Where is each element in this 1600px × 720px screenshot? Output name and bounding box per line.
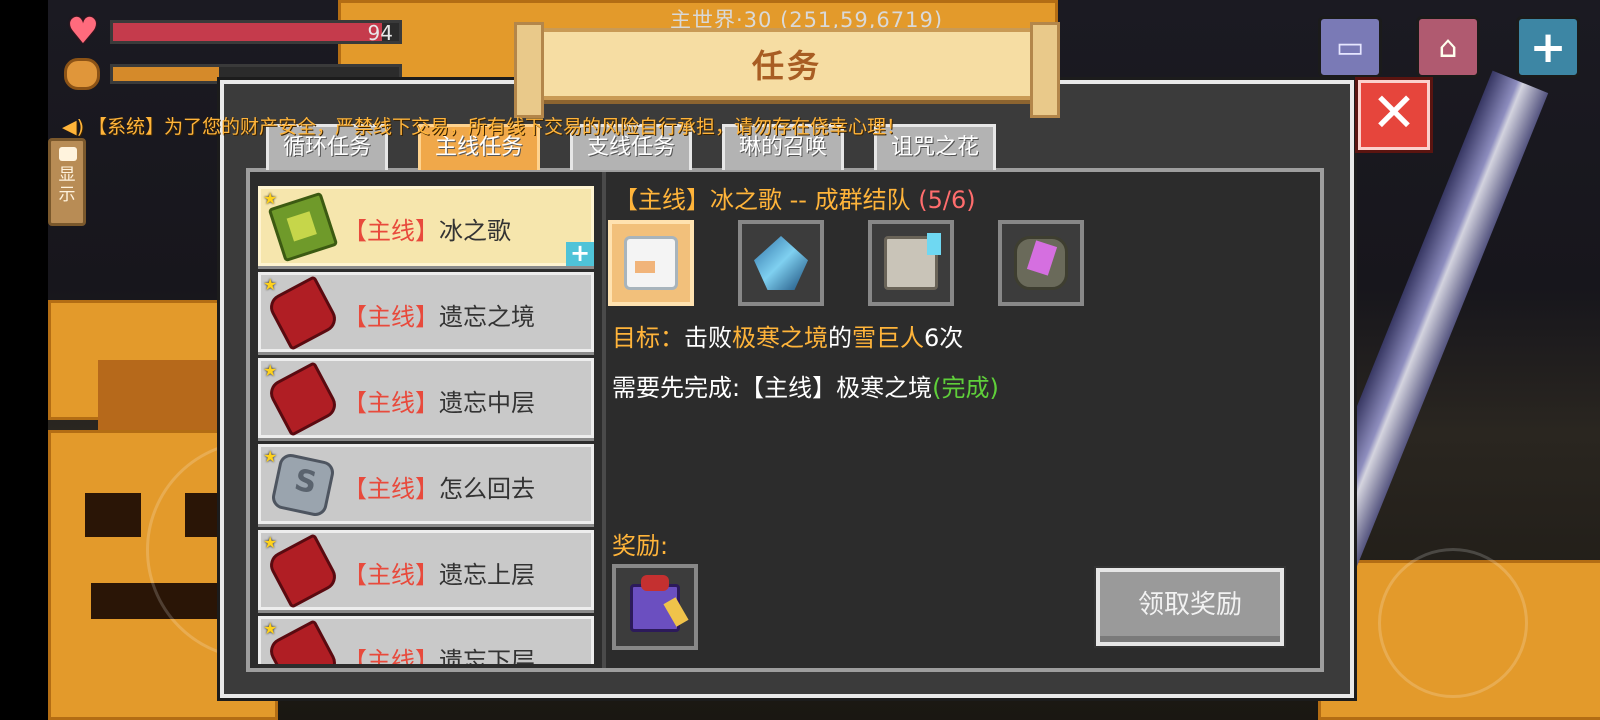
star-icon: ★: [263, 189, 278, 208]
quest-tag: 【主线】: [343, 647, 439, 664]
star-icon: ★: [263, 533, 278, 552]
chat-bubble-icon: [59, 147, 77, 161]
wood-block: [98, 360, 218, 430]
quest-progress: (5/6): [918, 186, 976, 214]
quest-item[interactable]: ★ 【主线】 遗忘之境: [258, 272, 594, 352]
quest-name: 遗忘之境: [439, 303, 535, 331]
rune-stone-icon: [269, 451, 337, 519]
claim-reward-button[interactable]: 领取奖励: [1096, 568, 1284, 646]
system-message-text: 【系统】为了您的财产安全，严禁线下交易，所有线下交易的风险自行承担，请勿存在侥幸…: [88, 116, 906, 138]
objective-label: 目标：: [612, 324, 684, 352]
system-message: ◀) 【系统】为了您的财产安全，严禁线下交易，所有线下交易的风险自行承担，请勿存在…: [62, 112, 905, 139]
quest-name: 遗忘下层: [439, 647, 535, 664]
target-item-slot[interactable]: [738, 220, 824, 306]
quest-content-panel: ★ 【主线】 冰之歌 + ★ 【主线】 遗忘之境 ★ 【主线】 遗忘中层 ★ 【…: [246, 168, 1324, 672]
quest-tag: 【主线】: [343, 217, 439, 245]
jump-button[interactable]: [1378, 548, 1528, 698]
quest-detail-name: 【主线】冰之歌 -- 成群结队: [614, 186, 919, 214]
quest-objective: 目标：击败极寒之境的雪巨人6次: [612, 318, 963, 353]
close-button[interactable]: ✕: [1358, 80, 1430, 150]
snow-golem-icon: [624, 236, 678, 290]
quest-name: 遗忘中层: [439, 389, 535, 417]
target-item-slot[interactable]: [868, 220, 954, 306]
speaker-icon: ◀): [62, 116, 85, 138]
shop-icon: ⌂: [1438, 29, 1458, 65]
quest-prerequisite: 需要先完成:【主线】极寒之境(完成): [612, 368, 999, 403]
objective-verb: 击败: [684, 324, 732, 352]
ice-golem-icon: [884, 233, 941, 290]
shop-button[interactable]: ⌂: [1416, 16, 1480, 78]
quest-item[interactable]: ★ 【主线】 冰之歌 +: [258, 186, 594, 266]
prerequisite-status: (完成): [932, 374, 999, 402]
quest-name: 怎么回去: [439, 475, 535, 503]
dialog-title-banner: 任务: [514, 22, 1060, 118]
panel-divider: [602, 172, 606, 668]
quest-item[interactable]: ★ 【主线】 遗忘上层: [258, 530, 594, 610]
display-toggle-label: 显示: [58, 165, 76, 205]
display-toggle-button[interactable]: 显示: [48, 138, 86, 226]
gift-box-icon: [630, 575, 680, 632]
star-icon: ★: [263, 275, 278, 294]
screen-edge: [0, 0, 48, 720]
plus-icon[interactable]: +: [566, 241, 594, 266]
heart-icon: ♥: [66, 11, 100, 52]
star-icon: ★: [263, 361, 278, 380]
health-value: 94: [367, 21, 393, 45]
objective-connector: 的: [828, 324, 852, 352]
quest-tag: 【主线】: [343, 303, 439, 331]
quest-item[interactable]: ★ 【主线】 遗忘下层: [258, 616, 594, 664]
star-icon: ★: [263, 619, 278, 638]
objective-count: 6次: [924, 324, 964, 352]
health-bar-fill: [113, 23, 382, 41]
quest-detail-title: 【主线】冰之歌 -- 成群结队 (5/6): [614, 180, 976, 215]
quest-name: 冰之歌: [439, 217, 511, 245]
plus-icon: +: [1529, 21, 1567, 73]
close-icon: ✕: [1371, 81, 1417, 144]
dialog-title: 任务: [751, 47, 822, 85]
chat-button[interactable]: ▭: [1318, 16, 1382, 78]
quest-tag: 【主线】: [343, 561, 439, 589]
quest-tag: 【主线】: [343, 475, 439, 503]
health-bar: 94: [110, 20, 402, 45]
target-item-slot[interactable]: [998, 220, 1084, 306]
star-icon: ★: [263, 447, 278, 466]
hunger-bar-fill: [113, 67, 219, 81]
reward-label: 奖励:: [612, 532, 669, 560]
book-icon: [267, 191, 339, 263]
add-button[interactable]: +: [1516, 16, 1580, 78]
amethyst-ore-icon: [1014, 236, 1068, 290]
chat-bubble-icon: ▭: [1335, 29, 1365, 65]
objective-enemy: 雪巨人: [852, 324, 924, 352]
quest-tag: 【主线】: [343, 389, 439, 417]
target-item-slot[interactable]: [608, 220, 694, 306]
hamburger-icon: [64, 58, 100, 90]
quest-name: 遗忘上层: [439, 561, 535, 589]
ice-crystal-icon: [754, 236, 808, 290]
quest-item[interactable]: ★ 【主线】 遗忘中层: [258, 358, 594, 438]
prerequisite-text: 需要先完成:【主线】极寒之境: [612, 374, 933, 402]
quest-item[interactable]: ★ 【主线】 怎么回去: [258, 444, 594, 524]
objective-place: 极寒之境: [732, 324, 828, 352]
reward-item-slot[interactable]: [612, 564, 698, 650]
quest-list[interactable]: ★ 【主线】 冰之歌 + ★ 【主线】 遗忘之境 ★ 【主线】 遗忘中层 ★ 【…: [254, 180, 596, 664]
